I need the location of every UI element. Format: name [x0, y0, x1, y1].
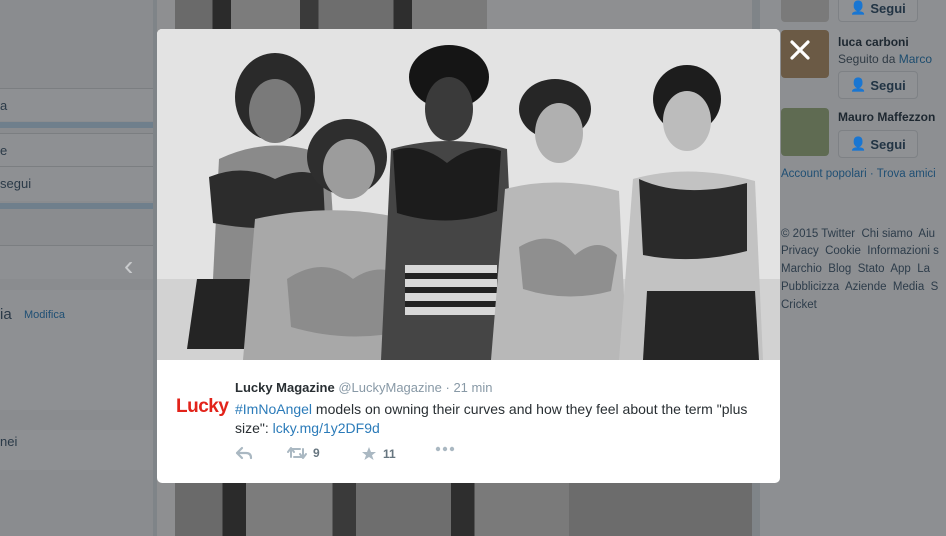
tweet-photo[interactable]: [157, 29, 780, 360]
timeline-photo: [175, 483, 569, 536]
footer-links: Marchio Blog Stato App La: [781, 263, 930, 275]
timeline-photo: [569, 483, 752, 536]
media-modal: Lucky Lucky Magazine @LuckyMagazine · 21…: [157, 29, 780, 483]
footer-links: Pubblicizza Aziende Media S: [781, 281, 938, 293]
left-row-label: a: [0, 98, 8, 113]
favorite-count: 11: [383, 446, 396, 461]
reply-button[interactable]: [235, 446, 253, 460]
add-user-icon: 👤: [850, 0, 867, 15]
subtitle-prefix: Seguito da: [838, 52, 896, 66]
star-icon: [362, 447, 376, 460]
timestamp[interactable]: 21 min: [453, 380, 492, 395]
footer-links: Cricket: [781, 299, 817, 311]
suggestion-name[interactable]: Mauro Maffezzon: [838, 110, 935, 124]
footer-link[interactable]: Chi siamo: [862, 228, 913, 240]
footer-link[interactable]: Aiu: [918, 228, 935, 240]
favorite-button[interactable]: 11: [361, 446, 396, 461]
footer-link[interactable]: App: [890, 263, 910, 275]
left-row[interactable]: segui: [0, 166, 153, 201]
photo-illustration: [157, 29, 780, 360]
follow-button[interactable]: 👤 Segui: [838, 0, 918, 22]
url-link[interactable]: lcky.mg/1y2DF9d: [273, 420, 380, 436]
edit-link[interactable]: Modifica: [24, 309, 65, 321]
hashtag-link[interactable]: #ImNoAngel: [235, 401, 312, 417]
avatar[interactable]: [781, 108, 829, 156]
footer-link[interactable]: Pubblicizza: [781, 281, 839, 293]
footer-link[interactable]: Aziende: [845, 281, 887, 293]
avatar[interactable]: Lucky: [176, 396, 231, 418]
copyright: © 2015 Twitter: [781, 228, 856, 240]
reply-icon: [235, 446, 253, 460]
retweet-icon: [287, 447, 307, 459]
add-user-icon: 👤: [850, 77, 867, 92]
retweet-button[interactable]: 9: [287, 446, 320, 460]
tweet: Lucky Lucky Magazine @LuckyMagazine · 21…: [157, 360, 780, 483]
footer-link[interactable]: Informazioni s: [867, 245, 939, 257]
footer-link[interactable]: La: [917, 263, 930, 275]
left-row-label: nei: [0, 434, 18, 449]
more-icon: [435, 446, 455, 452]
divider: [0, 122, 153, 128]
follow-button[interactable]: 👤 Segui: [838, 71, 918, 99]
left-row-label: ia: [0, 306, 12, 323]
tweet-header: Lucky Magazine @LuckyMagazine · 21 min: [235, 380, 492, 395]
left-row: ia Modifica: [0, 290, 153, 410]
left-row-label[interactable]: segui: [0, 176, 31, 191]
follow-label: Segui: [870, 77, 906, 93]
follow-label: Segui: [870, 0, 906, 16]
footer-links: Privacy Cookie Informazioni s: [781, 245, 939, 257]
footer-links: © 2015 Twitter Chi siamo Aiu: [781, 228, 935, 240]
left-row: e: [0, 133, 153, 166]
link-label[interactable]: Trova amici: [877, 168, 936, 180]
footer-link[interactable]: Blog: [828, 263, 851, 275]
previous-arrow-icon[interactable]: ‹: [124, 252, 138, 280]
follow-label: Segui: [870, 136, 906, 152]
author-handle[interactable]: @LuckyMagazine: [338, 380, 442, 395]
avatar[interactable]: [781, 0, 829, 22]
footer-link[interactable]: Media: [893, 281, 924, 293]
follow-button[interactable]: 👤 Segui: [838, 130, 918, 158]
left-row: nei: [0, 430, 153, 470]
retweet-count: 9: [313, 446, 320, 460]
tweet-text: #ImNoAngel models on owning their curves…: [235, 400, 765, 438]
left-row: a: [0, 88, 153, 121]
footer-link[interactable]: Privacy: [781, 245, 819, 257]
footer-link[interactable]: Stato: [858, 263, 885, 275]
footer-link[interactable]: Cookie: [825, 245, 861, 257]
subtitle-link[interactable]: Marco: [899, 52, 932, 66]
footer-link[interactable]: Marchio: [781, 263, 822, 275]
close-icon[interactable]: [788, 38, 812, 62]
timeline-photo: [175, 0, 487, 29]
popular-accounts-link[interactable]: Account popolari · Trova amici: [781, 168, 936, 180]
left-row-label: e: [0, 143, 8, 158]
add-user-icon: 👤: [850, 136, 867, 151]
divider: [0, 203, 153, 209]
more-button[interactable]: [435, 446, 455, 452]
footer-link[interactable]: S: [931, 281, 939, 293]
link-label[interactable]: Account popolari: [781, 168, 867, 180]
footer-link[interactable]: Cricket: [781, 299, 817, 311]
author-name[interactable]: Lucky Magazine: [235, 380, 335, 395]
suggestion-subtitle: Seguito da Marco: [838, 52, 932, 66]
suggestion-name[interactable]: luca carboni: [838, 35, 909, 49]
separator: ·: [445, 380, 450, 395]
